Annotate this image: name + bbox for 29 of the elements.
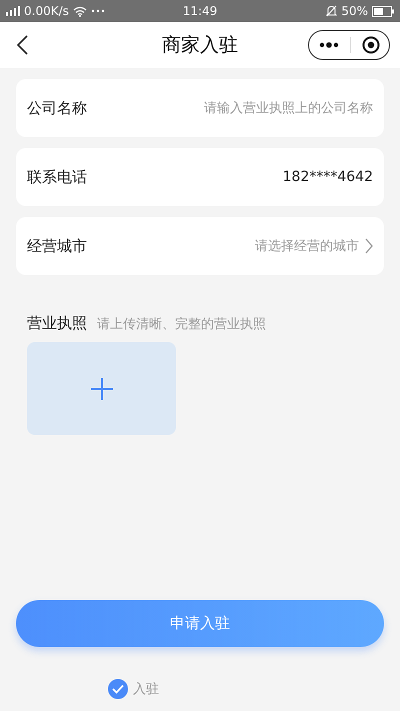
more-dots-icon — [90, 9, 105, 13]
checkmark-icon — [112, 684, 124, 694]
status-time: 11:49 — [182, 4, 218, 18]
signal-icon — [6, 6, 20, 16]
form-row[interactable]: 经营城市 请选择经营的城市 — [16, 217, 384, 275]
agreement-text: 入驻 — [133, 681, 159, 698]
page-title: 商家入驻 — [162, 33, 238, 58]
field-label: 联系电话 — [27, 168, 87, 186]
network-speed: 0.00K/s — [24, 4, 69, 18]
apply-button[interactable]: 申请入驻 — [16, 600, 384, 647]
battery-percent: 50% — [341, 4, 368, 18]
phone-value: 182****4642 — [282, 169, 373, 185]
close-target-icon[interactable] — [362, 36, 380, 54]
agree-checkbox[interactable] — [108, 679, 128, 699]
chevron-right-icon — [365, 238, 373, 254]
upload-hint: 请上传清晰、完整的营业执照 — [97, 316, 266, 333]
company-name-field[interactable]: 请输入营业执照上的公司名称 — [204, 99, 373, 117]
bell-off-icon — [326, 5, 338, 17]
battery-icon — [372, 6, 394, 16]
plus-icon — [90, 378, 112, 400]
field-label: 经营城市 — [27, 236, 87, 256]
wifi-icon — [72, 6, 87, 16]
capsule-menu[interactable] — [308, 30, 390, 60]
form-row[interactable]: 公司名称 请输入营业执照上的公司名称 — [16, 79, 384, 137]
back-icon[interactable] — [16, 35, 28, 55]
city-picker[interactable]: 请选择经营的城市 — [255, 237, 359, 255]
more-icon[interactable] — [318, 42, 338, 48]
section-label: 营业执照 — [27, 314, 87, 333]
field-label: 公司名称 — [27, 98, 87, 118]
